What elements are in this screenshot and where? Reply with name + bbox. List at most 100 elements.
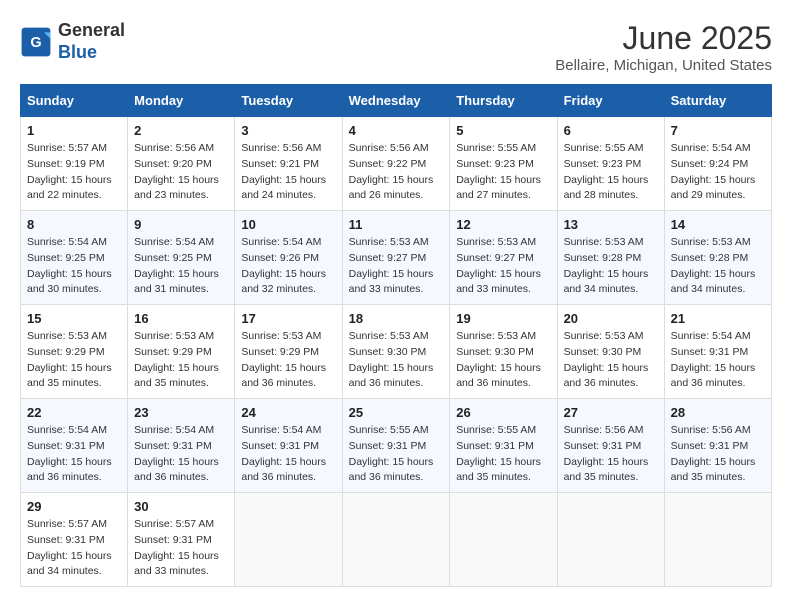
day-number: 13 [564,217,658,232]
day-number: 21 [671,311,765,326]
day-info: Sunrise: 5:53 AMSunset: 9:30 PMDaylight:… [349,329,444,392]
day-number: 6 [564,123,658,138]
calendar-week-row: 29 Sunrise: 5:57 AMSunset: 9:31 PMDaylig… [21,493,772,587]
calendar-title: June 2025 [555,20,772,57]
day-number: 19 [456,311,550,326]
day-number: 10 [241,217,335,232]
table-row: 17 Sunrise: 5:53 AMSunset: 9:29 PMDaylig… [235,305,342,399]
day-info: Sunrise: 5:53 AMSunset: 9:30 PMDaylight:… [456,329,550,392]
day-info: Sunrise: 5:54 AMSunset: 9:31 PMDaylight:… [241,423,335,486]
day-info: Sunrise: 5:53 AMSunset: 9:27 PMDaylight:… [349,235,444,298]
day-info: Sunrise: 5:55 AMSunset: 9:23 PMDaylight:… [456,141,550,204]
day-info: Sunrise: 5:53 AMSunset: 9:29 PMDaylight:… [241,329,335,392]
logo-text: General Blue [58,20,125,63]
table-row: 30 Sunrise: 5:57 AMSunset: 9:31 PMDaylig… [128,493,235,587]
day-info: Sunrise: 5:55 AMSunset: 9:23 PMDaylight:… [564,141,658,204]
table-row [450,493,557,587]
day-info: Sunrise: 5:56 AMSunset: 9:31 PMDaylight:… [671,423,765,486]
day-number: 12 [456,217,550,232]
table-row [664,493,771,587]
day-number: 1 [27,123,121,138]
table-row: 24 Sunrise: 5:54 AMSunset: 9:31 PMDaylig… [235,399,342,493]
day-info: Sunrise: 5:53 AMSunset: 9:28 PMDaylight:… [671,235,765,298]
col-sunday: Sunday [21,85,128,117]
table-row: 19 Sunrise: 5:53 AMSunset: 9:30 PMDaylig… [450,305,557,399]
calendar-week-row: 15 Sunrise: 5:53 AMSunset: 9:29 PMDaylig… [21,305,772,399]
col-friday: Friday [557,85,664,117]
table-row: 3 Sunrise: 5:56 AMSunset: 9:21 PMDayligh… [235,117,342,211]
day-number: 23 [134,405,228,420]
day-info: Sunrise: 5:57 AMSunset: 9:19 PMDaylight:… [27,141,121,204]
table-row: 8 Sunrise: 5:54 AMSunset: 9:25 PMDayligh… [21,211,128,305]
table-row: 5 Sunrise: 5:55 AMSunset: 9:23 PMDayligh… [450,117,557,211]
table-row [342,493,450,587]
day-number: 29 [27,499,121,514]
logo: G General Blue [20,20,125,63]
calendar-week-row: 22 Sunrise: 5:54 AMSunset: 9:31 PMDaylig… [21,399,772,493]
day-info: Sunrise: 5:57 AMSunset: 9:31 PMDaylight:… [27,517,121,580]
table-row: 2 Sunrise: 5:56 AMSunset: 9:20 PMDayligh… [128,117,235,211]
day-number: 24 [241,405,335,420]
day-number: 3 [241,123,335,138]
table-row: 12 Sunrise: 5:53 AMSunset: 9:27 PMDaylig… [450,211,557,305]
table-row: 14 Sunrise: 5:53 AMSunset: 9:28 PMDaylig… [664,211,771,305]
day-number: 9 [134,217,228,232]
day-number: 28 [671,405,765,420]
table-row: 18 Sunrise: 5:53 AMSunset: 9:30 PMDaylig… [342,305,450,399]
day-number: 7 [671,123,765,138]
day-info: Sunrise: 5:53 AMSunset: 9:28 PMDaylight:… [564,235,658,298]
table-row: 28 Sunrise: 5:56 AMSunset: 9:31 PMDaylig… [664,399,771,493]
table-row: 4 Sunrise: 5:56 AMSunset: 9:22 PMDayligh… [342,117,450,211]
day-number: 17 [241,311,335,326]
col-tuesday: Tuesday [235,85,342,117]
day-number: 18 [349,311,444,326]
day-number: 8 [27,217,121,232]
table-row: 6 Sunrise: 5:55 AMSunset: 9:23 PMDayligh… [557,117,664,211]
col-monday: Monday [128,85,235,117]
table-row: 16 Sunrise: 5:53 AMSunset: 9:29 PMDaylig… [128,305,235,399]
day-number: 30 [134,499,228,514]
day-number: 25 [349,405,444,420]
day-number: 20 [564,311,658,326]
day-number: 26 [456,405,550,420]
table-row: 10 Sunrise: 5:54 AMSunset: 9:26 PMDaylig… [235,211,342,305]
table-row: 9 Sunrise: 5:54 AMSunset: 9:25 PMDayligh… [128,211,235,305]
day-info: Sunrise: 5:53 AMSunset: 9:30 PMDaylight:… [564,329,658,392]
table-row: 20 Sunrise: 5:53 AMSunset: 9:30 PMDaylig… [557,305,664,399]
col-wednesday: Wednesday [342,85,450,117]
table-row: 29 Sunrise: 5:57 AMSunset: 9:31 PMDaylig… [21,493,128,587]
day-number: 5 [456,123,550,138]
day-number: 27 [564,405,658,420]
table-row: 22 Sunrise: 5:54 AMSunset: 9:31 PMDaylig… [21,399,128,493]
day-info: Sunrise: 5:54 AMSunset: 9:25 PMDaylight:… [134,235,228,298]
table-row [235,493,342,587]
day-info: Sunrise: 5:57 AMSunset: 9:31 PMDaylight:… [134,517,228,580]
calendar-week-row: 1 Sunrise: 5:57 AMSunset: 9:19 PMDayligh… [21,117,772,211]
table-row: 25 Sunrise: 5:55 AMSunset: 9:31 PMDaylig… [342,399,450,493]
table-row: 27 Sunrise: 5:56 AMSunset: 9:31 PMDaylig… [557,399,664,493]
table-row: 26 Sunrise: 5:55 AMSunset: 9:31 PMDaylig… [450,399,557,493]
day-info: Sunrise: 5:54 AMSunset: 9:26 PMDaylight:… [241,235,335,298]
day-number: 2 [134,123,228,138]
table-row: 13 Sunrise: 5:53 AMSunset: 9:28 PMDaylig… [557,211,664,305]
table-row: 1 Sunrise: 5:57 AMSunset: 9:19 PMDayligh… [21,117,128,211]
day-info: Sunrise: 5:54 AMSunset: 9:31 PMDaylight:… [134,423,228,486]
col-saturday: Saturday [664,85,771,117]
calendar-subtitle: Bellaire, Michigan, United States [555,57,772,74]
svg-text:G: G [30,34,41,50]
day-info: Sunrise: 5:54 AMSunset: 9:25 PMDaylight:… [27,235,121,298]
day-info: Sunrise: 5:53 AMSunset: 9:29 PMDaylight:… [134,329,228,392]
day-info: Sunrise: 5:55 AMSunset: 9:31 PMDaylight:… [456,423,550,486]
day-info: Sunrise: 5:53 AMSunset: 9:29 PMDaylight:… [27,329,121,392]
day-number: 15 [27,311,121,326]
day-info: Sunrise: 5:54 AMSunset: 9:24 PMDaylight:… [671,141,765,204]
day-info: Sunrise: 5:53 AMSunset: 9:27 PMDaylight:… [456,235,550,298]
day-number: 11 [349,217,444,232]
day-number: 4 [349,123,444,138]
day-info: Sunrise: 5:54 AMSunset: 9:31 PMDaylight:… [671,329,765,392]
day-info: Sunrise: 5:56 AMSunset: 9:20 PMDaylight:… [134,141,228,204]
day-info: Sunrise: 5:54 AMSunset: 9:31 PMDaylight:… [27,423,121,486]
calendar-week-row: 8 Sunrise: 5:54 AMSunset: 9:25 PMDayligh… [21,211,772,305]
table-row: 21 Sunrise: 5:54 AMSunset: 9:31 PMDaylig… [664,305,771,399]
day-info: Sunrise: 5:56 AMSunset: 9:21 PMDaylight:… [241,141,335,204]
